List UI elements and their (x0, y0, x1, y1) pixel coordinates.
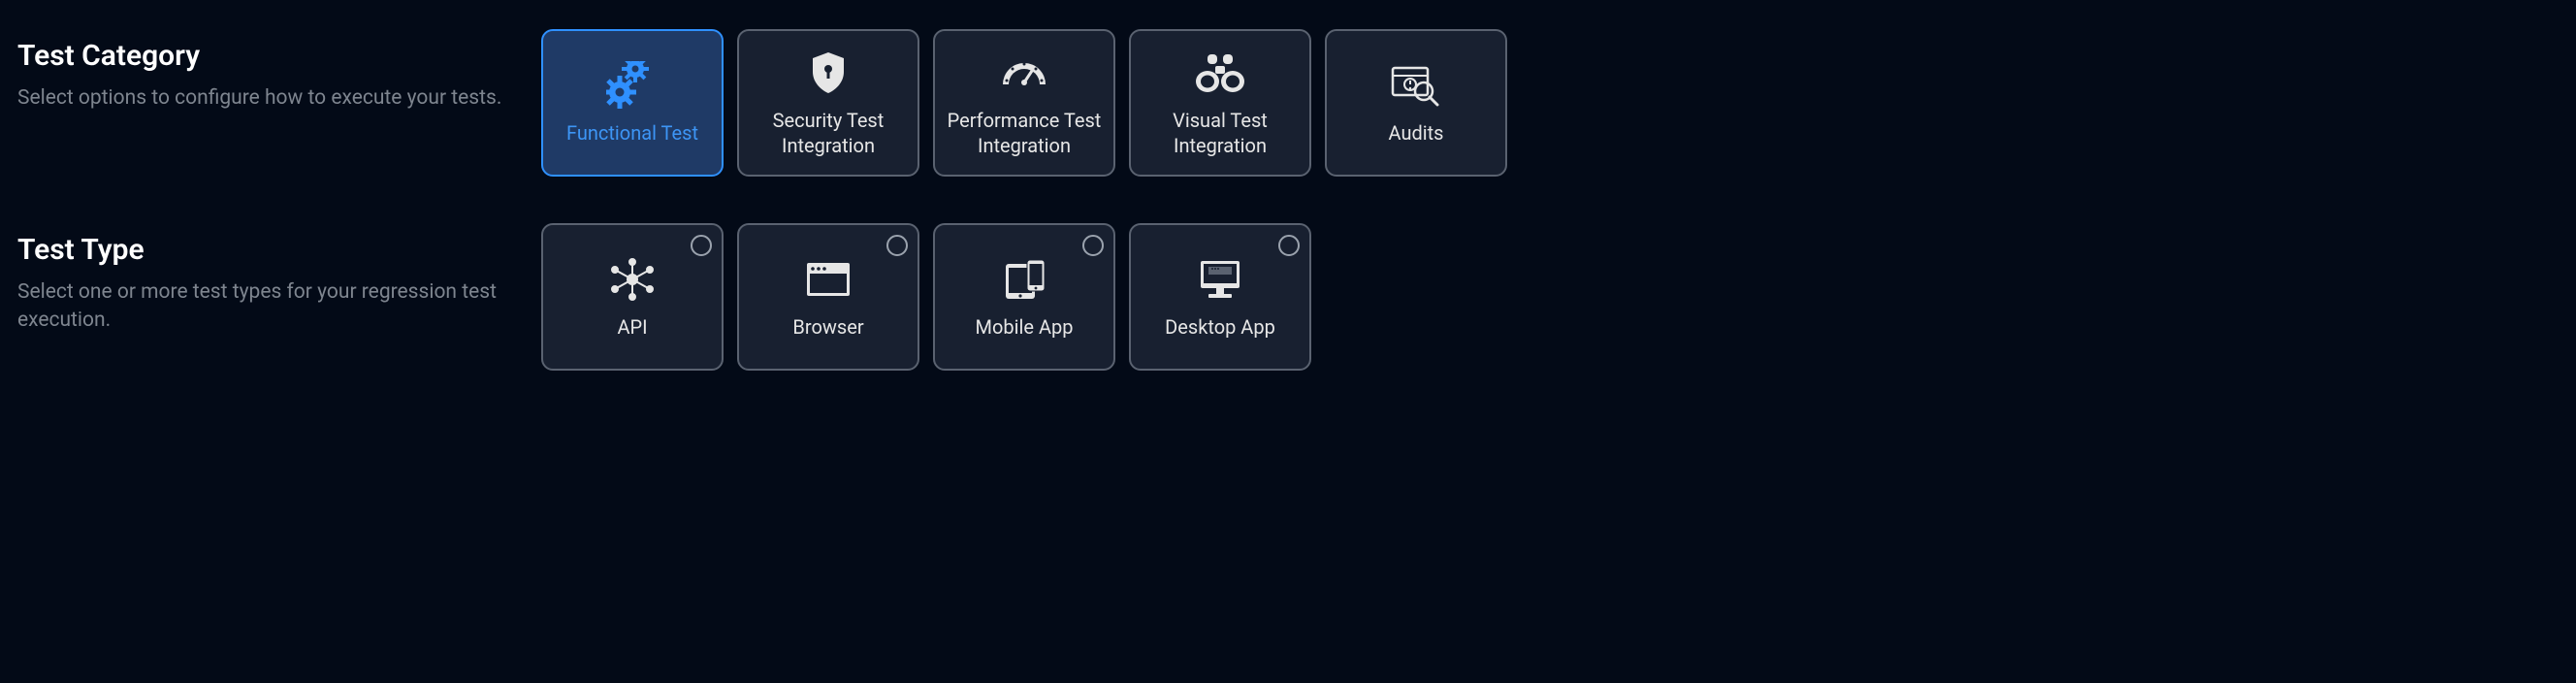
radio-indicator (886, 235, 908, 256)
test-category-subtitle: Select options to configure how to execu… (17, 84, 541, 113)
card-label: Audits (1389, 120, 1444, 146)
radio-indicator (691, 235, 712, 256)
category-card-visual-test[interactable]: Visual Test Integration (1129, 29, 1311, 177)
test-category-section: Test Category Select options to configur… (17, 29, 2559, 177)
radio-indicator (1278, 235, 1300, 256)
test-type-header: Test Type Select one or more test types … (17, 223, 541, 371)
category-card-performance-test[interactable]: Performance Test Integration (933, 29, 1115, 177)
test-type-cards: API Browser (541, 223, 1311, 371)
type-card-browser[interactable]: Browser (737, 223, 919, 371)
audit-icon (1389, 60, 1443, 111)
card-label: Desktop App (1165, 314, 1275, 340)
category-card-security-test[interactable]: Security Test Integration (737, 29, 919, 177)
browser-icon (804, 254, 853, 305)
test-type-section: Test Type Select one or more test types … (17, 223, 2559, 371)
card-label: Functional Test (566, 120, 698, 146)
binoculars-icon (1194, 48, 1246, 98)
mobile-icon (1000, 254, 1048, 305)
card-label: Visual Test Integration (1139, 108, 1302, 158)
test-category-cards: Functional Test Security Test Integratio… (541, 29, 1507, 177)
test-type-subtitle: Select one or more test types for your r… (17, 278, 541, 336)
desktop-icon (1195, 254, 1245, 305)
api-icon (609, 254, 656, 305)
radio-indicator (1082, 235, 1104, 256)
test-category-title: Test Category (17, 39, 541, 73)
category-card-functional-test[interactable]: Functional Test (541, 29, 724, 177)
card-label: API (617, 314, 647, 340)
test-type-title: Test Type (17, 233, 541, 267)
type-card-desktop[interactable]: Desktop App (1129, 223, 1311, 371)
type-card-mobile[interactable]: Mobile App (933, 223, 1115, 371)
category-card-audits[interactable]: Audits (1325, 29, 1507, 177)
card-label: Mobile App (976, 314, 1074, 340)
gauge-icon (999, 48, 1049, 98)
type-card-api[interactable]: API (541, 223, 724, 371)
card-label: Security Test Integration (747, 108, 910, 158)
gears-icon (606, 60, 659, 111)
test-category-header: Test Category Select options to configur… (17, 29, 541, 177)
card-label: Browser (792, 314, 863, 340)
card-label: Performance Test Integration (943, 108, 1106, 158)
shield-icon (809, 48, 848, 98)
